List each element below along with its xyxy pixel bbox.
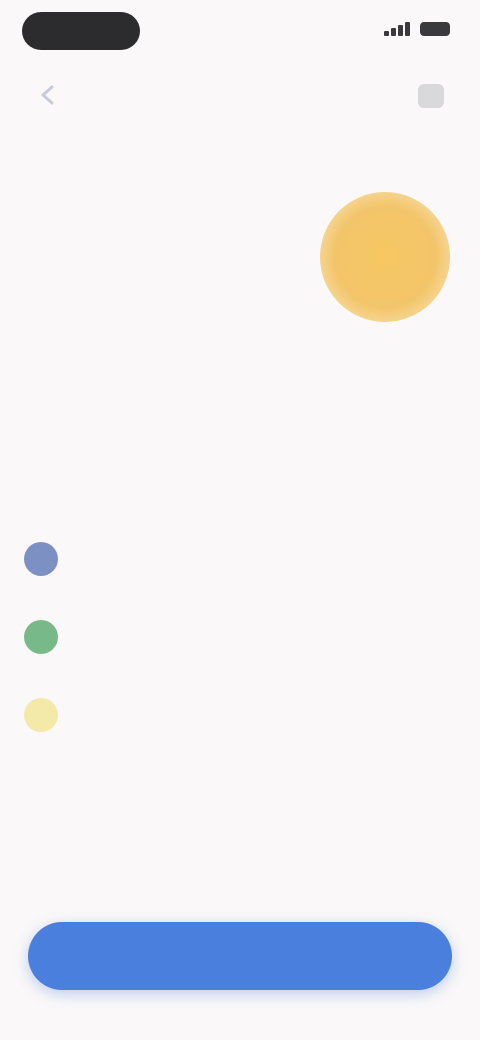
- top-nav: [0, 74, 480, 118]
- chevron-left-icon[interactable]: [38, 84, 58, 106]
- sun-icon: [320, 192, 450, 322]
- signal-icon: [384, 22, 410, 36]
- battery-icon: [420, 22, 450, 36]
- feature-icon-green: [24, 620, 58, 654]
- feature-item: [24, 542, 456, 598]
- feature-icon-yellow: [24, 698, 58, 732]
- feature-icon-blue: [24, 542, 58, 576]
- status-time-pill: [22, 12, 140, 50]
- feature-item: [24, 620, 456, 676]
- feature-item: [24, 698, 456, 754]
- primary-cta-button[interactable]: [28, 922, 452, 990]
- onboarding-screen: [0, 0, 480, 1040]
- status-bar: [0, 0, 480, 64]
- status-indicators: [384, 22, 450, 36]
- menu-icon[interactable]: [418, 84, 444, 108]
